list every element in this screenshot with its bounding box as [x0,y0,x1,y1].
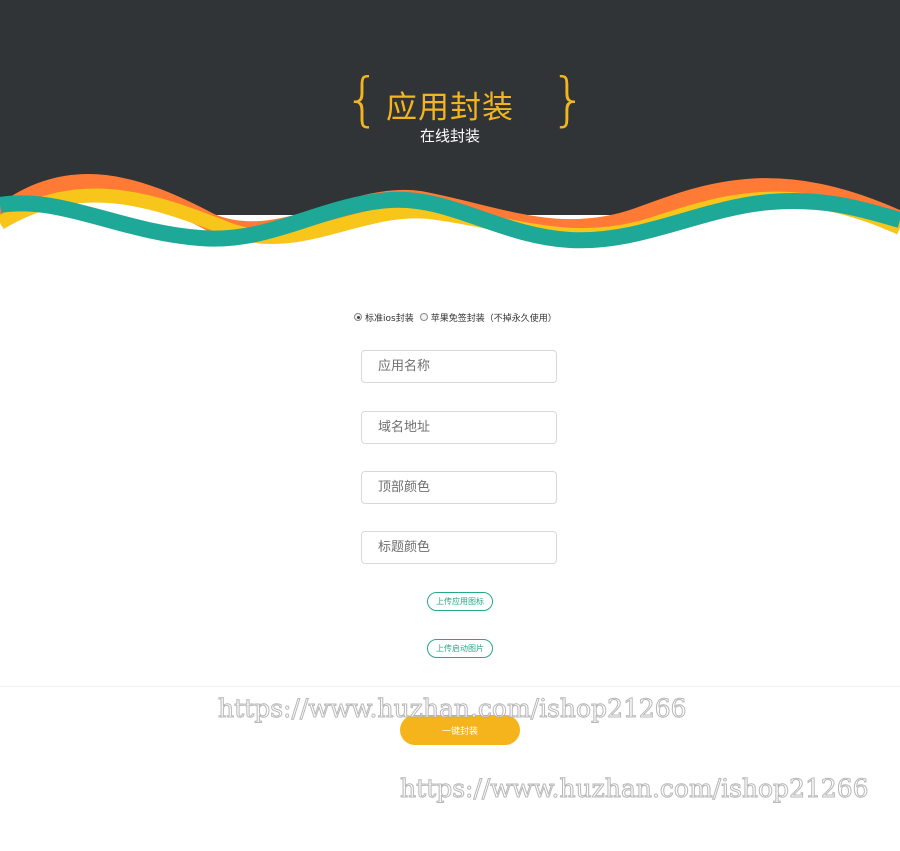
upload-app-icon-button[interactable]: 上传应用图标 [427,592,493,611]
radio-apple-signature-free-label: 苹果免签封装（不掉永久使用） [430,313,557,324]
title-color-input[interactable] [361,531,557,564]
radio-standard-ios[interactable]: 标准ios封装 [354,311,414,324]
page: { } 应用封装 在线封装 标准ios封装 苹果免签封装（不掉永久使用） 上传应… [0,0,900,851]
wrap-mode-radio-group: 标准ios封装 苹果免签封装（不掉永久使用） [354,310,557,324]
radio-apple-signature-free[interactable]: 苹果免签封装（不掉永久使用） [419,311,557,324]
watermark-text-2: https://www.huzhan.com/ishop21266 [400,774,870,804]
section-divider [0,686,900,687]
radio-checked-icon[interactable] [354,313,362,321]
header-banner: { } 应用封装 在线封装 [0,0,900,260]
top-color-input[interactable] [361,471,557,504]
app-name-input[interactable] [361,350,557,383]
domain-address-input[interactable] [361,411,557,444]
page-title: 应用封装 [386,90,514,126]
one-click-wrap-button[interactable]: 一键封装 [400,715,520,745]
radio-standard-ios-label: 标准ios封装 [365,313,414,324]
radio-unchecked-icon[interactable] [419,313,428,321]
upload-launch-image-button[interactable]: 上传启动图片 [427,639,493,658]
page-subtitle: 在线封装 [419,127,480,145]
